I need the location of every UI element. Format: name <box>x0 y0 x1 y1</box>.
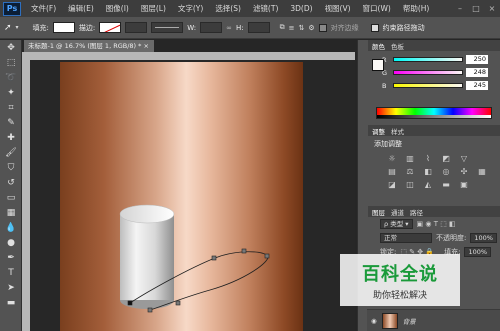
bw-icon[interactable]: ◧ <box>422 167 434 177</box>
blue-value[interactable]: 245 <box>466 81 488 90</box>
watermark-subtitle: 助你轻松解决 <box>372 290 427 301</box>
adjust-panel-tabs: 调整 样式 <box>368 125 500 136</box>
brightness-icon[interactable]: ☼ <box>386 154 398 164</box>
tab-paths[interactable]: 路径 <box>410 207 423 217</box>
blend-row: 正常 不透明度: 100% <box>368 231 500 245</box>
levels-icon[interactable]: ▥ <box>404 154 416 164</box>
threshold-icon[interactable]: ◭ <box>422 180 434 190</box>
photo-filter-icon[interactable]: ◎ <box>440 167 452 177</box>
filter-icons[interactable]: ▣ ◉ T ⬚ ◧ <box>417 220 456 228</box>
blue-label: B <box>382 81 387 90</box>
selective-color-icon[interactable]: ▣ <box>458 180 470 190</box>
color-sliders: R 250 G 248 B 245 <box>368 53 500 95</box>
cylinder-shape <box>119 204 175 309</box>
invert-icon[interactable]: ◪ <box>386 180 398 190</box>
color-spectrum[interactable] <box>376 107 492 119</box>
vibrance-icon[interactable]: ▽ <box>458 154 470 164</box>
lookup-icon[interactable]: ▦ <box>476 167 488 177</box>
blue-slider[interactable]: B 245 <box>368 79 500 92</box>
layers-panel-tabs: 图层 通道 路径 <box>368 206 500 217</box>
layer-fill-field[interactable]: 100% <box>464 247 492 257</box>
hue-icon[interactable]: ▤ <box>386 167 398 177</box>
tab-color[interactable]: 颜色 <box>372 41 385 51</box>
exposure-icon[interactable]: ◩ <box>440 154 452 164</box>
green-value[interactable]: 248 <box>466 68 488 77</box>
tab-layers[interactable]: 图层 <box>372 207 385 217</box>
opacity-field[interactable]: 100% <box>470 233 497 243</box>
add-adjustment-title: 添加调整 <box>374 140 402 148</box>
color-panel-tabs: 颜色 色板 <box>368 40 500 51</box>
tab-channels[interactable]: 通道 <box>391 207 404 217</box>
balance-icon[interactable]: ⚖ <box>404 167 416 177</box>
tab-styles[interactable]: 样式 <box>391 126 404 136</box>
site-watermark: 百科全说 助你轻松解决 <box>340 254 460 306</box>
curves-icon[interactable]: ⌇ <box>422 154 434 164</box>
tab-adjustments[interactable]: 调整 <box>372 126 385 136</box>
layer-filter-dropdown[interactable]: ρ 类型 ▾ <box>380 219 413 229</box>
layer-filter-row: ρ 类型 ▾ ▣ ◉ T ⬚ ◧ <box>368 217 500 231</box>
posterize-icon[interactable]: ◫ <box>404 180 416 190</box>
green-slider[interactable]: G 248 <box>368 66 500 79</box>
tab-swatches[interactable]: 色板 <box>391 41 404 51</box>
red-value[interactable]: 250 <box>466 55 488 64</box>
layer-thumbnail <box>381 312 398 329</box>
blend-mode-dropdown[interactable]: 正常 <box>380 233 432 243</box>
layer-name: 背景 <box>402 317 416 326</box>
gradient-map-icon[interactable]: ▬ <box>440 180 452 190</box>
red-slider[interactable]: R 250 <box>368 53 500 66</box>
layer-row[interactable]: ◉ 背景 <box>367 309 500 331</box>
watermark-title: 百科全说 <box>362 263 438 285</box>
foreground-color-swatch[interactable] <box>372 59 384 71</box>
opacity-label: 不透明度: <box>436 234 467 242</box>
adjustment-icons: ☼ ▥ ⌇ ◩ ▽ ▤ ⚖ ◧ ◎ ✣ ▦ ◪ ◫ ◭ ▬ ▣ <box>368 152 500 192</box>
eye-icon[interactable]: ◉ <box>371 317 377 325</box>
channel-mixer-icon[interactable]: ✣ <box>458 167 470 177</box>
